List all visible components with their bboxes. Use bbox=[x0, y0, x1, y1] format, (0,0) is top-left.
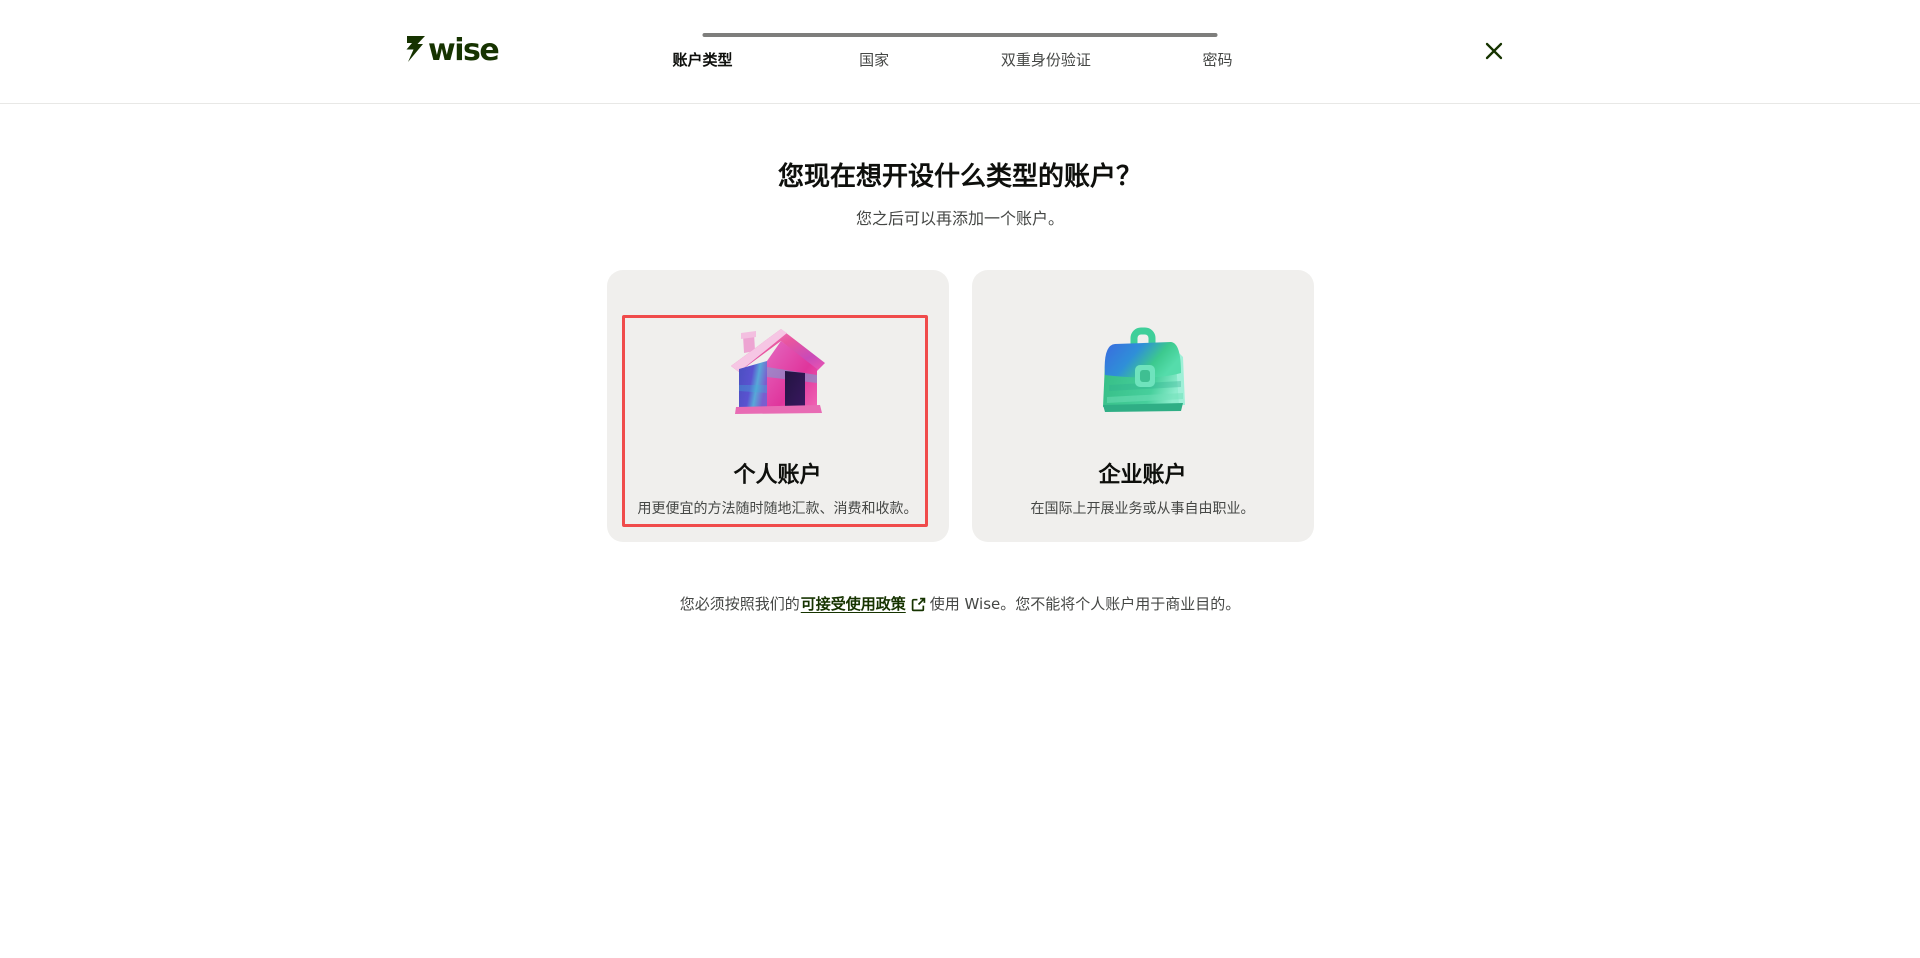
signup-progress: 账户类型 国家 双重身份验证 密码 bbox=[703, 33, 1218, 61]
business-account-card[interactable]: 企业账户 在国际上开展业务或从事自由职业。 bbox=[972, 270, 1314, 542]
account-type-cards: 个人账户 用更便宜的方法随时随地汇款、消费和收款。 bbox=[0, 270, 1920, 542]
step-country: 国家 bbox=[859, 49, 889, 70]
page-title: 您现在想开设什么类型的账户？ bbox=[0, 158, 1920, 196]
policy-note: 您必须按照我们的可接受使用政策 使用 Wise。您不能将个人账户用于商业目的。 bbox=[0, 594, 1920, 614]
header: wise 账户类型 国家 双重身份验证 密码 bbox=[0, 0, 1920, 104]
policy-note-suffix: 使用 Wise。您不能将个人账户用于商业目的。 bbox=[930, 594, 1240, 614]
briefcase-icon bbox=[1093, 327, 1193, 415]
step-password: 密码 bbox=[1202, 49, 1232, 70]
wise-flag-icon: wise bbox=[404, 33, 514, 65]
svg-text:wise: wise bbox=[428, 33, 498, 65]
acceptable-use-policy-link[interactable]: 可接受使用政策 bbox=[801, 594, 906, 614]
main-content: 您现在想开设什么类型的账户？ 您之后可以再添加一个账户。 bbox=[0, 158, 1920, 614]
business-card-title: 企业账户 bbox=[1098, 463, 1186, 489]
personal-card-title: 个人账户 bbox=[733, 463, 821, 489]
house-icon bbox=[729, 327, 827, 415]
close-button[interactable] bbox=[1472, 29, 1516, 73]
step-account-type: 账户类型 bbox=[672, 49, 732, 70]
close-icon bbox=[1482, 39, 1506, 63]
progress-steps: 账户类型 国家 双重身份验证 密码 bbox=[703, 37, 1218, 61]
wise-logo[interactable]: wise bbox=[404, 33, 514, 65]
page-subtitle: 您之后可以再添加一个账户。 bbox=[0, 209, 1920, 229]
business-card-description: 在国际上开展业务或从事自由职业。 bbox=[1017, 499, 1269, 519]
personal-card-description: 用更便宜的方法随时随地汇款、消费和收款。 bbox=[624, 499, 932, 519]
external-link-icon bbox=[911, 597, 926, 612]
policy-note-prefix: 您必须按照我们的 bbox=[680, 594, 800, 614]
personal-account-card[interactable]: 个人账户 用更便宜的方法随时随地汇款、消费和收款。 bbox=[607, 270, 949, 542]
step-2fa: 双重身份验证 bbox=[1001, 49, 1091, 70]
